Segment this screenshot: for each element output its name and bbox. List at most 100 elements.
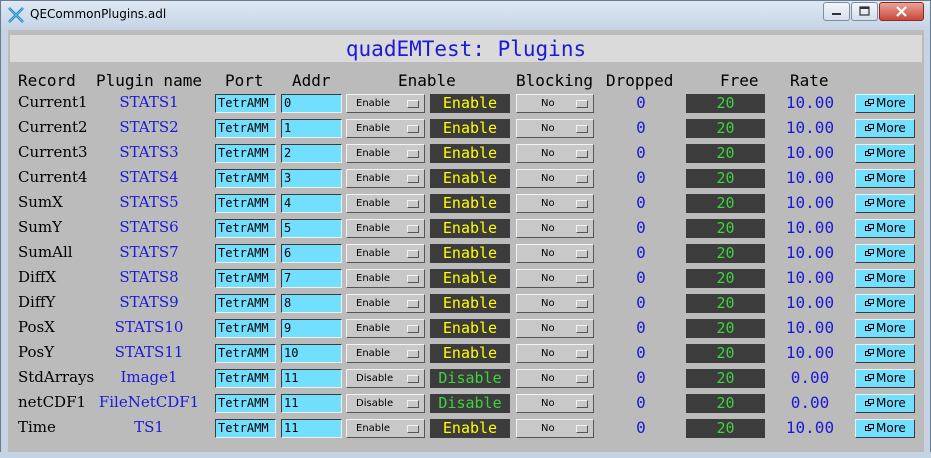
addr-input[interactable]: 1	[281, 119, 342, 138]
blocking-menu[interactable]: No	[516, 344, 594, 363]
enable-menu[interactable]: Disable	[346, 369, 425, 388]
port-input[interactable]: TetrAMM	[215, 294, 276, 313]
dropped-count: 0	[636, 193, 646, 212]
addr-input[interactable]: 10	[281, 344, 342, 363]
blocking-menu[interactable]: No	[516, 319, 594, 338]
enable-menu-value: Enable	[356, 173, 391, 184]
record-name: SumX	[18, 193, 63, 211]
title-bar[interactable]: QECommonPlugins.adl	[1, 1, 930, 29]
menu-indicator-icon	[407, 300, 419, 308]
more-button[interactable]: More	[855, 144, 915, 163]
dropped-count: 0	[636, 93, 646, 112]
blocking-menu[interactable]: No	[516, 394, 594, 413]
close-button[interactable]	[879, 2, 924, 21]
menu-indicator-icon	[407, 275, 419, 283]
port-input[interactable]: TetrAMM	[215, 94, 276, 113]
blocking-menu[interactable]: No	[516, 94, 594, 113]
port-input[interactable]: TetrAMM	[215, 319, 276, 338]
more-button[interactable]: More	[855, 419, 915, 438]
blocking-menu[interactable]: No	[516, 369, 594, 388]
addr-input[interactable]: 3	[281, 169, 342, 188]
enable-menu[interactable]: Enable	[346, 269, 425, 288]
addr-input[interactable]: 4	[281, 194, 342, 213]
menu-indicator-icon	[576, 225, 588, 233]
menu-indicator-icon	[576, 100, 588, 108]
blocking-menu[interactable]: No	[516, 219, 594, 238]
more-button[interactable]: More	[855, 344, 915, 363]
enable-status: Enable	[430, 319, 510, 338]
blocking-menu-value: No	[541, 173, 555, 184]
free-count: 20	[686, 294, 765, 313]
addr-input[interactable]: 11	[281, 419, 342, 438]
port-input[interactable]: TetrAMM	[215, 194, 276, 213]
dropped-count: 0	[636, 168, 646, 187]
more-button[interactable]: More	[855, 394, 915, 413]
enable-status: Enable	[430, 294, 510, 313]
more-label: More	[876, 196, 906, 210]
addr-input[interactable]: 2	[281, 144, 342, 163]
enable-menu[interactable]: Enable	[346, 194, 425, 213]
addr-input[interactable]: 11	[281, 369, 342, 388]
enable-menu[interactable]: Enable	[346, 144, 425, 163]
port-input[interactable]: TetrAMM	[215, 219, 276, 238]
enable-menu[interactable]: Enable	[346, 169, 425, 188]
more-button[interactable]: More	[855, 369, 915, 388]
addr-input[interactable]: 0	[281, 94, 342, 113]
blocking-menu[interactable]: No	[516, 169, 594, 188]
enable-menu-value: Enable	[356, 148, 391, 159]
plugin-row: Time TS1 TetrAMM 11 Enable Enable No 0 2…	[8, 417, 924, 442]
blocking-menu[interactable]: No	[516, 194, 594, 213]
enable-menu[interactable]: Enable	[346, 219, 425, 238]
port-input[interactable]: TetrAMM	[215, 369, 276, 388]
blocking-menu[interactable]: No	[516, 144, 594, 163]
port-input[interactable]: TetrAMM	[215, 269, 276, 288]
addr-input[interactable]: 7	[281, 269, 342, 288]
port-input[interactable]: TetrAMM	[215, 344, 276, 363]
maximize-button[interactable]	[851, 2, 878, 21]
addr-input[interactable]: 5	[281, 219, 342, 238]
more-button[interactable]: More	[855, 319, 915, 338]
rate-value: 10.00	[785, 118, 835, 137]
record-name: PosX	[18, 318, 55, 336]
port-input[interactable]: TetrAMM	[215, 144, 276, 163]
more-button[interactable]: More	[855, 219, 915, 238]
addr-input[interactable]: 11	[281, 394, 342, 413]
enable-menu[interactable]: Enable	[346, 319, 425, 338]
blocking-menu[interactable]: No	[516, 269, 594, 288]
port-input[interactable]: TetrAMM	[215, 169, 276, 188]
more-button[interactable]: More	[855, 94, 915, 113]
blocking-menu[interactable]: No	[516, 119, 594, 138]
enable-menu[interactable]: Enable	[346, 244, 425, 263]
more-button[interactable]: More	[855, 169, 915, 188]
enable-menu[interactable]: Enable	[346, 419, 425, 438]
plugin-name: Image1	[120, 368, 178, 386]
port-input[interactable]: TetrAMM	[215, 244, 276, 263]
port-input[interactable]: TetrAMM	[215, 419, 276, 438]
dropped-count: 0	[636, 268, 646, 287]
port-input[interactable]: TetrAMM	[215, 119, 276, 138]
more-button[interactable]: More	[855, 119, 915, 138]
blocking-menu[interactable]: No	[516, 244, 594, 263]
blocking-menu[interactable]: No	[516, 294, 594, 313]
addr-input[interactable]: 8	[281, 294, 342, 313]
app-window: QECommonPlugins.adl quadEMTest: Plugins …	[0, 0, 931, 458]
more-button[interactable]: More	[855, 194, 915, 213]
enable-menu[interactable]: Enable	[346, 119, 425, 138]
port-input[interactable]: TetrAMM	[215, 394, 276, 413]
plugin-name: STATS7	[119, 243, 179, 261]
plugin-row: StdArrays Image1 TetrAMM 11 Disable Disa…	[8, 367, 924, 392]
enable-menu[interactable]: Enable	[346, 94, 425, 113]
more-button[interactable]: More	[855, 269, 915, 288]
addr-input[interactable]: 6	[281, 244, 342, 263]
addr-input[interactable]: 9	[281, 319, 342, 338]
enable-menu[interactable]: Enable	[346, 294, 425, 313]
more-button[interactable]: More	[855, 244, 915, 263]
enable-menu[interactable]: Enable	[346, 344, 425, 363]
minimize-button[interactable]	[823, 2, 850, 21]
more-label: More	[876, 296, 906, 310]
blocking-menu[interactable]: No	[516, 419, 594, 438]
enable-menu[interactable]: Disable	[346, 394, 425, 413]
more-button[interactable]: More	[855, 294, 915, 313]
blocking-menu-value: No	[541, 98, 555, 109]
plugin-name: STATS9	[119, 293, 179, 311]
